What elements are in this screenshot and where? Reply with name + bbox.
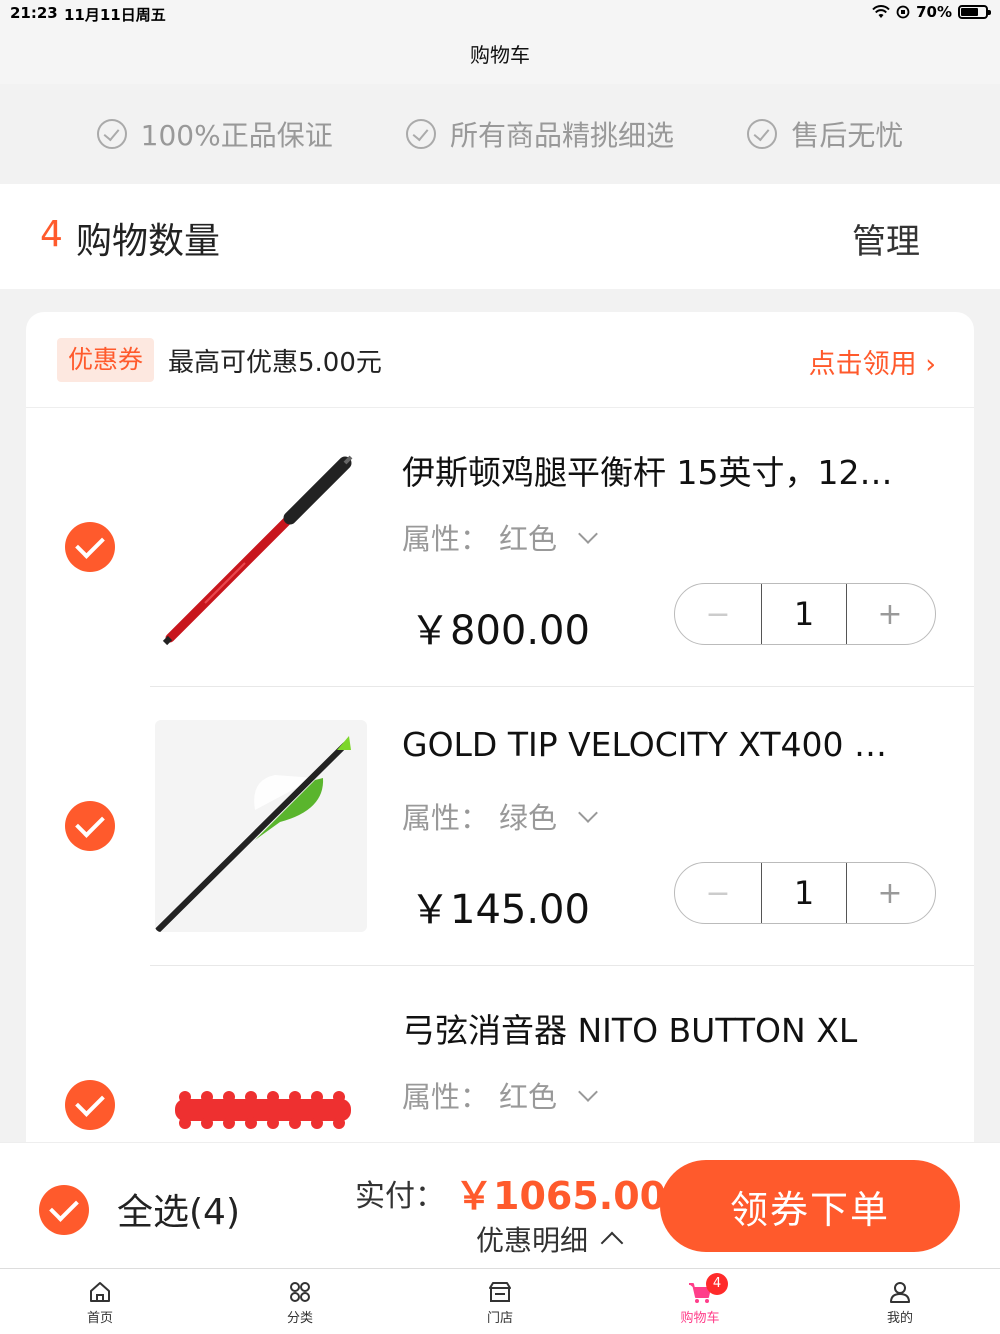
manage-button[interactable]: 管理 [852, 214, 920, 263]
cart-item: GOLD TIP VELOCITY XT400 … 属性： 绿色 ￥145.00 … [26, 687, 974, 966]
product-price: ￥145.00 [410, 887, 590, 933]
product-image [155, 720, 367, 932]
tab-label: 首页 [86, 1311, 113, 1326]
attr-value: 红色 [499, 1080, 558, 1114]
select-all-label[interactable]: 全选(4) [117, 1183, 240, 1235]
tab-label: 购物车 [680, 1311, 720, 1326]
product-name[interactable]: 伊斯顿鸡腿平衡杆 15英寸，12… [402, 446, 942, 494]
arrow-image [155, 736, 351, 932]
cart-badge: 4 [706, 1273, 728, 1295]
coupon-claim-link[interactable]: 点击领用 › [809, 342, 936, 381]
attr-label: 属性： [402, 801, 490, 835]
battery-icon [958, 5, 991, 19]
battery-percent: 70% [916, 3, 952, 21]
cart-item: 伊斯顿鸡腿平衡杆 15英寸，12… 属性： 红色 ￥800.00 − 1 + [26, 408, 974, 687]
page-title: 购物车 [0, 28, 1000, 84]
item-checkbox[interactable] [65, 801, 115, 851]
coupon-text: 最高可优惠5.00元 [168, 348, 382, 378]
guarantee-item: 所有商品精挑细选 [406, 114, 674, 154]
chevron-up-icon [600, 1231, 624, 1255]
chevron-down-icon [578, 524, 598, 544]
orientation-lock-icon [896, 5, 910, 19]
chevron-down-icon [578, 1082, 598, 1102]
product-name[interactable]: GOLD TIP VELOCITY XT400 … [402, 725, 942, 764]
guarantee-strip: 100%正品保证 所有商品精挑细选 售后无忧 [0, 84, 1000, 184]
grid-icon [290, 1282, 310, 1302]
user-icon [890, 1282, 910, 1303]
status-right: 70% [872, 3, 991, 21]
store-icon [489, 1282, 511, 1302]
quantity-value[interactable]: 1 [761, 584, 847, 644]
home-icon [90, 1282, 110, 1302]
guarantee-label: 所有商品精挑细选 [450, 119, 675, 152]
product-price: ￥800.00 [410, 608, 590, 654]
check-circle-icon [96, 119, 127, 149]
attr-value: 绿色 [499, 801, 558, 835]
checkout-button[interactable]: 领券下单 [660, 1160, 960, 1252]
cart-count-bar: 4 购物数量 管理 [0, 184, 1000, 289]
attr-label: 属性： [402, 522, 490, 556]
select-all-checkbox[interactable] [39, 1185, 89, 1235]
guarantee-label: 100%正品保证 [140, 119, 333, 152]
cart-count-label: 购物数量 [76, 221, 221, 262]
product-attribute[interactable]: 属性： 红色 [402, 1074, 598, 1116]
coupon-tag: 优惠券 [57, 338, 155, 382]
pay-amount: ￥1065.00 [455, 1174, 667, 1218]
tab-profile[interactable]: 我的 [800, 1269, 1000, 1334]
coupon-claim-label: 点击领用 [808, 349, 917, 380]
decrease-button[interactable]: − [675, 584, 761, 644]
tab-label: 分类 [286, 1311, 313, 1326]
stabilizer-image [162, 455, 353, 646]
tab-category[interactable]: 分类 [200, 1269, 400, 1334]
tab-cart[interactable]: 购物车 4 [600, 1269, 800, 1334]
status-time: 21:23 [10, 4, 58, 22]
coupon-row[interactable]: 优惠券 最高可优惠5.00元 点击领用 › [26, 312, 974, 408]
discount-detail-toggle[interactable]: 优惠明细 [476, 1219, 624, 1259]
increase-button[interactable]: + [847, 584, 933, 644]
tab-store[interactable]: 门店 [400, 1269, 600, 1334]
tab-label: 门店 [486, 1311, 513, 1326]
check-circle-icon [406, 119, 436, 149]
guarantee-label: 售后无忧 [791, 119, 904, 152]
decrease-button[interactable]: − [675, 863, 761, 923]
tab-label: 我的 [886, 1311, 913, 1326]
increase-button[interactable]: + [847, 863, 933, 923]
item-checkbox[interactable] [65, 522, 115, 572]
attr-value: 红色 [499, 522, 558, 556]
chevron-down-icon [578, 803, 598, 823]
tab-home[interactable]: 首页 [0, 1269, 200, 1334]
product-name[interactable]: 弓弦消音器 NITO BUTTON XL [402, 1004, 942, 1052]
status-date: 11月11日周五 [64, 6, 166, 24]
pay-label: 实付： [355, 1179, 445, 1214]
attr-label: 属性： [402, 1080, 490, 1114]
cart-list-card: 优惠券 最高可优惠5.00元 点击领用 › 伊斯顿鸡腿平衡杆 15英寸，12… … [26, 312, 974, 1172]
checkout-bar: 全选(4) 实付： ￥1065.00 优惠明细 领券下单 [0, 1142, 1000, 1268]
wifi-icon [872, 5, 890, 18]
quantity-value[interactable]: 1 [761, 863, 847, 923]
guarantee-item: 100%正品保证 [96, 114, 333, 154]
product-image [155, 441, 367, 653]
quantity-stepper: − 1 + [674, 862, 936, 924]
guarantee-item: 售后无忧 [747, 114, 903, 154]
product-attribute[interactable]: 属性： 红色 [402, 516, 598, 558]
item-checkbox[interactable] [65, 1080, 115, 1130]
quantity-stepper: − 1 + [674, 583, 936, 645]
chevron-right-icon: › [925, 349, 936, 380]
tab-bar: 首页 分类 门店 购物车 4 我的 [0, 1268, 1000, 1334]
check-circle-icon [747, 119, 778, 149]
product-attribute[interactable]: 属性： 绿色 [402, 795, 598, 837]
discount-detail-label: 优惠明细 [476, 1224, 589, 1257]
cart-count: 4 [40, 214, 63, 255]
status-bar: 21:23 11月11日周五 70% [0, 0, 1000, 28]
